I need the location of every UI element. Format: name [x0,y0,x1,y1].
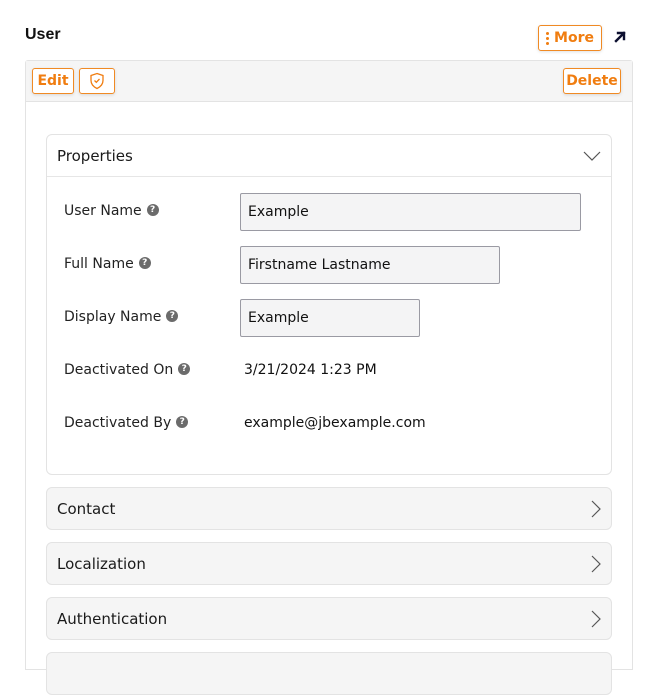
authentication-section[interactable]: Authentication [46,597,612,640]
section-title: Authentication [57,609,168,628]
section-title: Contact [57,499,116,518]
user-name-input[interactable] [240,193,581,231]
chevron-right-icon [591,555,601,572]
chevron-right-icon [591,500,601,517]
more-label: More [554,30,594,46]
arrow-up-right-icon[interactable] [612,29,628,45]
chevron-right-icon [591,610,601,627]
help-icon[interactable]: ? [176,416,189,428]
full-name-input[interactable] [240,246,500,284]
help-icon[interactable]: ? [138,257,151,269]
deactivated-by-value: example@jbexample.com [244,415,426,431]
toolbar: Edit Delete [26,61,632,102]
partially-visible-section[interactable] [46,652,612,695]
more-button[interactable]: More [538,25,602,51]
localization-section[interactable]: Localization [46,542,612,585]
help-icon[interactable]: ? [146,204,159,216]
properties-header[interactable]: Properties [47,135,611,177]
help-icon[interactable]: ? [166,310,179,322]
field-full-name: Full Name ? [64,246,500,284]
field-deactivated-by: Deactivated By ? example@jbexample.com [64,415,426,431]
more-vertical-icon [546,31,550,45]
help-icon[interactable]: ? [178,363,191,375]
field-deactivated-on: Deactivated On ? 3/21/2024 1:23 PM [64,362,377,378]
section-title: Localization [57,554,146,573]
field-display-name: Display Name ? [64,299,420,337]
user-panel: Edit Delete Properties User Name ? Full [25,60,633,695]
contact-section[interactable]: Contact [46,487,612,530]
field-label: Full Name [64,256,134,272]
edit-button[interactable]: Edit [32,68,74,94]
delete-button[interactable]: Delete [563,68,621,94]
field-label: Display Name [64,309,162,325]
field-label: User Name [64,203,142,219]
field-label: Deactivated By [64,415,172,431]
shield-check-icon [90,72,104,90]
field-label: Deactivated On [64,362,174,378]
field-user-name: User Name ? [64,193,581,231]
page-title: User [25,26,61,43]
display-name-input[interactable] [240,299,420,337]
properties-title: Properties [57,146,133,165]
chevron-down-icon [583,151,601,161]
deactivated-on-value: 3/21/2024 1:23 PM [244,362,377,378]
permissions-button[interactable] [79,68,115,94]
properties-section: Properties User Name ? Full Name ? Displ… [46,134,612,475]
